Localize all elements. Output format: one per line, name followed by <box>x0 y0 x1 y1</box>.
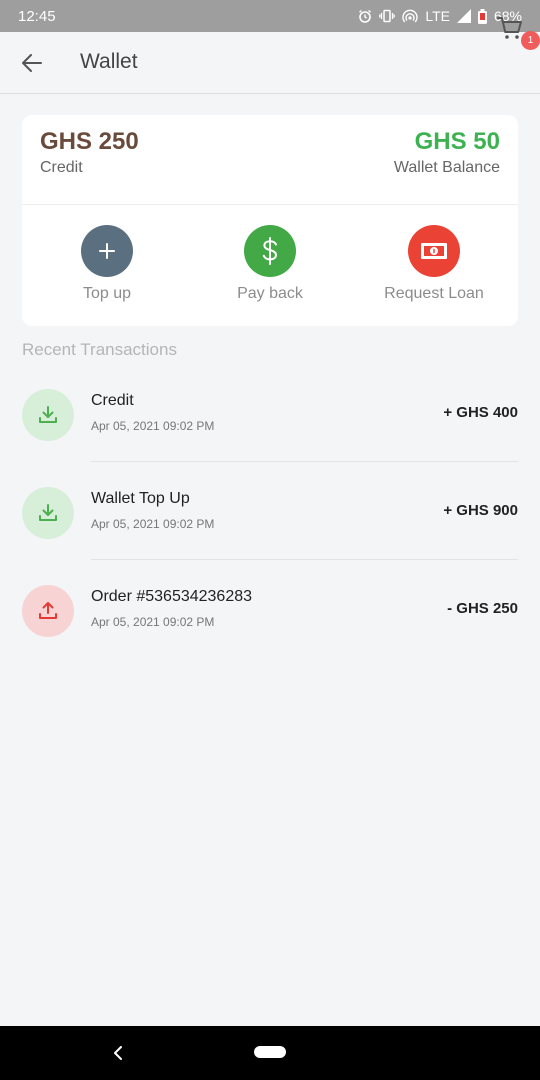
status-bar: 12:45 LTE 68% <box>0 0 540 32</box>
transaction-item[interactable]: Wallet Top Up Apr 05, 2021 09:02 PM + GH… <box>22 462 518 560</box>
transaction-title: Wallet Top Up <box>91 490 190 507</box>
card-divider <box>22 204 518 205</box>
outgoing-circle <box>22 585 74 637</box>
top-up-label: Top up <box>82 285 132 302</box>
alarm-icon <box>359 9 372 23</box>
arrow-left-icon <box>22 54 42 72</box>
hotspot-icon <box>402 9 418 23</box>
system-navigation-bar <box>0 1026 540 1080</box>
nav-back-button[interactable] <box>108 1043 128 1063</box>
plus-icon <box>99 243 115 259</box>
page-title: Wallet <box>80 50 138 73</box>
transaction-date: Apr 05, 2021 09:02 PM <box>91 615 215 629</box>
chevron-left-icon <box>114 1046 122 1060</box>
transaction-date: Apr 05, 2021 09:02 PM <box>91 517 215 531</box>
credit-amount: GHS 250 <box>40 128 139 155</box>
pay-back-circle <box>244 225 296 277</box>
wallet-summary-card: GHS 250 Credit GHS 50 Wallet Balance Top… <box>22 115 518 326</box>
wallet-balance-amount: GHS 50 <box>414 128 500 155</box>
credit-label: Credit <box>40 159 83 176</box>
request-loan-label: Request Loan <box>384 285 484 302</box>
transaction-amount: - GHS 250 <box>447 600 518 617</box>
dollar-icon <box>262 237 278 265</box>
nav-home-button[interactable] <box>254 1046 286 1058</box>
top-up-circle <box>81 225 133 277</box>
app-bar: Wallet <box>0 32 540 94</box>
request-loan-circle <box>408 225 460 277</box>
battery-icon <box>477 8 487 24</box>
cart-icon <box>497 17 522 39</box>
wallet-balance-label: Wallet Balance <box>393 159 500 176</box>
incoming-circle <box>22 389 74 441</box>
network-type: LTE <box>425 8 450 24</box>
transaction-date: Apr 05, 2021 09:02 PM <box>91 419 215 433</box>
banknote-icon <box>421 243 447 259</box>
top-up-button[interactable]: Top up <box>22 225 192 303</box>
vibrate-icon <box>379 9 396 23</box>
incoming-circle <box>22 487 74 539</box>
transaction-amount: + GHS 400 <box>443 404 518 421</box>
request-loan-button[interactable]: Request Loan <box>349 225 519 303</box>
transaction-title: Order #536534236283 <box>91 588 253 605</box>
back-button[interactable] <box>18 49 46 77</box>
status-time: 12:45 <box>18 7 56 25</box>
transaction-item[interactable]: Credit Apr 05, 2021 09:02 PM + GHS 400 <box>22 364 518 462</box>
transaction-title: Credit <box>91 392 134 409</box>
download-icon <box>39 504 57 521</box>
upload-icon <box>39 602 57 619</box>
transaction-item[interactable]: Order #536534236283 Apr 05, 2021 09:02 P… <box>22 560 518 658</box>
transaction-amount: + GHS 900 <box>443 502 518 519</box>
pay-back-button[interactable]: Pay back <box>185 225 355 303</box>
download-icon <box>39 406 57 423</box>
pay-back-label: Pay back <box>237 285 303 302</box>
recent-transactions-heading: Recent Transactions <box>22 340 177 359</box>
cart-badge: 1 <box>521 31 540 50</box>
signal-icon <box>456 9 471 23</box>
